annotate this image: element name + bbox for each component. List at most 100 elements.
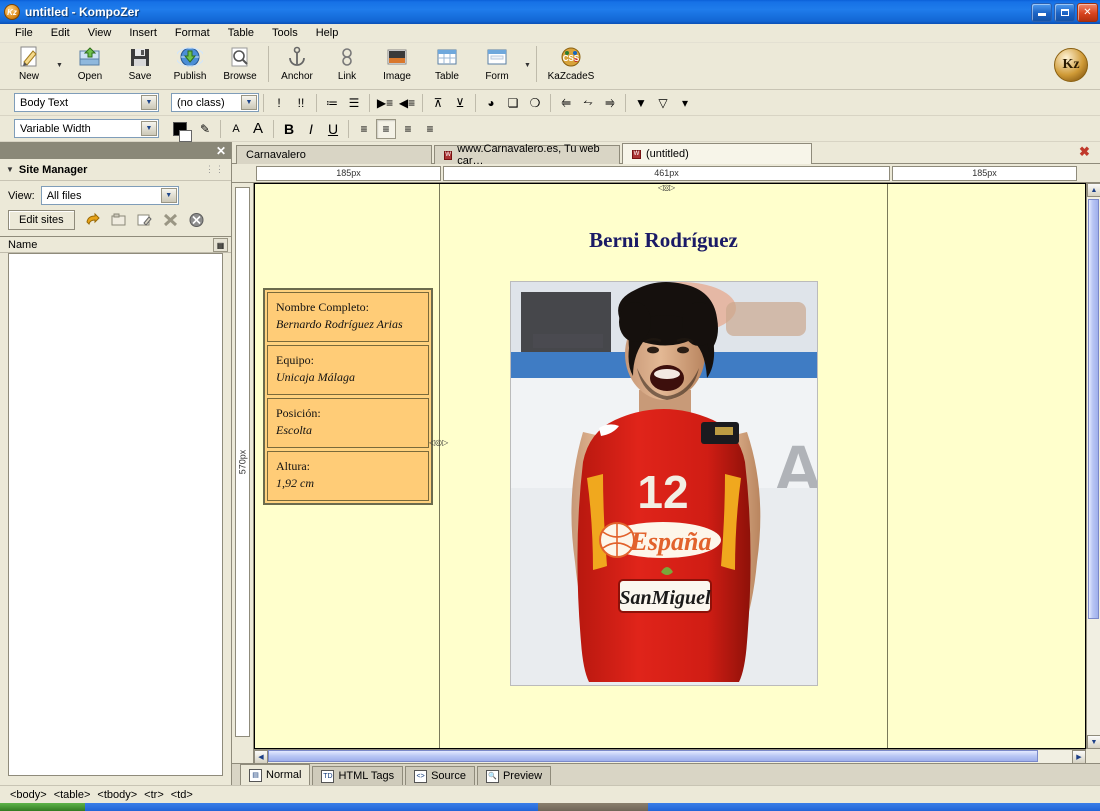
- close-button[interactable]: ✕: [1077, 3, 1098, 22]
- table-row[interactable]: Equipo: Unicaja Málaga: [267, 345, 429, 395]
- increase-font-icon[interactable]: A: [248, 119, 268, 139]
- column-resize-handle[interactable]: ◁◎▷: [652, 183, 680, 195]
- edit-sites-button[interactable]: Edit sites: [8, 210, 75, 230]
- align-top-icon[interactable]: ⊼: [428, 93, 448, 113]
- duplicate-icon[interactable]: ❏: [503, 93, 523, 113]
- undo-arrow-icon[interactable]: [84, 212, 101, 228]
- delete-icon[interactable]: [162, 212, 179, 228]
- form-dropdown-arrow[interactable]: ▼: [522, 43, 533, 88]
- scroll-left-arrow[interactable]: ◀: [254, 750, 268, 763]
- edit-page-icon[interactable]: [136, 212, 153, 228]
- taskbar-item[interactable]: [538, 803, 648, 811]
- menu-help[interactable]: Help: [307, 25, 348, 41]
- insert-object-icon[interactable]: ◕: [481, 93, 501, 113]
- table-row[interactable]: Altura: 1,92 cm: [267, 451, 429, 501]
- ruler-segment-col1[interactable]: 185px: [256, 166, 441, 181]
- horizontal-scrollbar[interactable]: ◀ ▶: [254, 749, 1086, 763]
- maximize-button[interactable]: [1054, 3, 1075, 22]
- new-dropdown-arrow[interactable]: ▼: [54, 43, 65, 88]
- vertical-scrollbar[interactable]: ▲ ▼: [1086, 183, 1100, 749]
- document-tab-carnavalero[interactable]: Carnavalero: [236, 145, 432, 164]
- drag-grip-icon[interactable]: ⋮⋮: [205, 164, 225, 175]
- menu-tools[interactable]: Tools: [263, 25, 307, 41]
- numbered-list-icon[interactable]: ≔: [322, 93, 342, 113]
- italic-icon[interactable]: I: [301, 119, 321, 139]
- align-center-icon[interactable]: ≡: [376, 119, 396, 139]
- move-right-icon[interactable]: ⥤: [600, 93, 620, 113]
- font-family-select[interactable]: Variable Width ▼: [14, 119, 159, 138]
- horizontal-scroll-thumb[interactable]: [268, 750, 1038, 762]
- indent-less-icon[interactable]: ◀≡: [397, 93, 417, 113]
- layer-middle-icon[interactable]: ▽: [653, 93, 673, 113]
- anchor-button[interactable]: Anchor: [272, 43, 322, 88]
- tab-source[interactable]: <> Source: [405, 766, 475, 785]
- site-manager-file-list[interactable]: [8, 253, 223, 776]
- scroll-down-arrow[interactable]: ▼: [1087, 735, 1100, 749]
- breadcrumb-table[interactable]: <table>: [54, 789, 91, 801]
- underline-icon[interactable]: U: [323, 119, 343, 139]
- browse-button[interactable]: Browse: [215, 43, 265, 88]
- close-tab-icon[interactable]: ✖: [1078, 146, 1091, 159]
- kazcades-button[interactable]: CSS KaZcadeS: [540, 43, 602, 88]
- increase-priority-icon[interactable]: !!: [291, 93, 311, 113]
- bold-icon[interactable]: B: [279, 119, 299, 139]
- tab-preview[interactable]: 🔍 Preview: [477, 766, 551, 785]
- open-button[interactable]: Open: [65, 43, 115, 88]
- align-bottom-icon[interactable]: ⊻: [450, 93, 470, 113]
- menu-table[interactable]: Table: [219, 25, 263, 41]
- new-folder-icon[interactable]: [110, 212, 127, 228]
- minimize-button[interactable]: [1031, 3, 1052, 22]
- menu-insert[interactable]: Insert: [120, 25, 166, 41]
- move-left-icon[interactable]: ⥢: [556, 93, 576, 113]
- table-button[interactable]: Table: [422, 43, 472, 88]
- player-photo[interactable]: P A: [510, 281, 818, 686]
- table-row[interactable]: Nombre Completo: Bernardo Rodríguez Aria…: [267, 292, 429, 342]
- tab-html-tags[interactable]: TD HTML Tags: [312, 766, 403, 785]
- ruler-segment-col3[interactable]: 185px: [892, 166, 1077, 181]
- menu-edit[interactable]: Edit: [42, 25, 79, 41]
- breadcrumb-tbody[interactable]: <tbody>: [97, 789, 137, 801]
- menu-file[interactable]: File: [6, 25, 42, 41]
- text-color-swatch[interactable]: [173, 122, 187, 136]
- align-right-icon[interactable]: ≡: [398, 119, 418, 139]
- ruler-segment-col2[interactable]: 461px: [443, 166, 890, 181]
- breadcrumb-tr[interactable]: <tr>: [144, 789, 164, 801]
- scroll-up-arrow[interactable]: ▲: [1087, 183, 1100, 197]
- link-button[interactable]: Link: [322, 43, 372, 88]
- table-row[interactable]: Posición: Escolta ◁◎▷: [267, 398, 429, 448]
- form-button[interactable]: Form: [472, 43, 522, 88]
- publish-button[interactable]: Publish: [165, 43, 215, 88]
- document-tab-carnavalero-web[interactable]: W www.Carnavalero.es, Tu web car…: [434, 145, 620, 164]
- decrease-font-icon[interactable]: A: [226, 119, 246, 139]
- scroll-right-arrow[interactable]: ▶: [1072, 750, 1086, 763]
- chevron-down-icon[interactable]: ▼: [6, 165, 14, 174]
- start-button[interactable]: [0, 803, 85, 811]
- menu-format[interactable]: Format: [166, 25, 219, 41]
- breadcrumb-td[interactable]: <td>: [171, 789, 193, 801]
- kompozer-logo-button[interactable]: Kz: [1054, 48, 1088, 82]
- indent-more-icon[interactable]: ▶≡: [375, 93, 395, 113]
- page-column-right[interactable]: [888, 184, 1085, 748]
- paragraph-style-select[interactable]: Body Text ▼: [14, 93, 159, 112]
- player-info-table[interactable]: Nombre Completo: Bernardo Rodríguez Aria…: [263, 288, 433, 505]
- new-button[interactable]: New: [4, 43, 54, 88]
- class-select[interactable]: (no class) ▼: [171, 93, 259, 112]
- image-button[interactable]: Image: [372, 43, 422, 88]
- align-left-icon[interactable]: ≡: [354, 119, 374, 139]
- vertical-scroll-thumb[interactable]: [1088, 199, 1099, 619]
- page-column-left[interactable]: Nombre Completo: Bernardo Rodríguez Aria…: [255, 184, 440, 748]
- highlight-pen-icon[interactable]: ✎: [195, 119, 215, 139]
- row-resize-handle[interactable]: ◁◎▷: [429, 438, 439, 464]
- page-canvas[interactable]: Nombre Completo: Bernardo Rodríguez Aria…: [254, 183, 1100, 763]
- page-body[interactable]: Nombre Completo: Bernardo Rodríguez Aria…: [254, 183, 1086, 749]
- decrease-priority-icon[interactable]: !: [269, 93, 289, 113]
- layer-bottom-icon[interactable]: ▾: [675, 93, 695, 113]
- document-tab-untitled[interactable]: W (untitled): [622, 143, 812, 164]
- column-picker-icon[interactable]: ▦: [213, 238, 228, 252]
- center-h-icon[interactable]: ⥊: [578, 93, 598, 113]
- view-select[interactable]: All files ▼: [41, 186, 179, 205]
- bulleted-list-icon[interactable]: ☰: [344, 93, 364, 113]
- page-column-main[interactable]: Berni Rodríguez: [440, 184, 888, 748]
- layer-top-icon[interactable]: ▼: [631, 93, 651, 113]
- align-justify-icon[interactable]: ≡: [420, 119, 440, 139]
